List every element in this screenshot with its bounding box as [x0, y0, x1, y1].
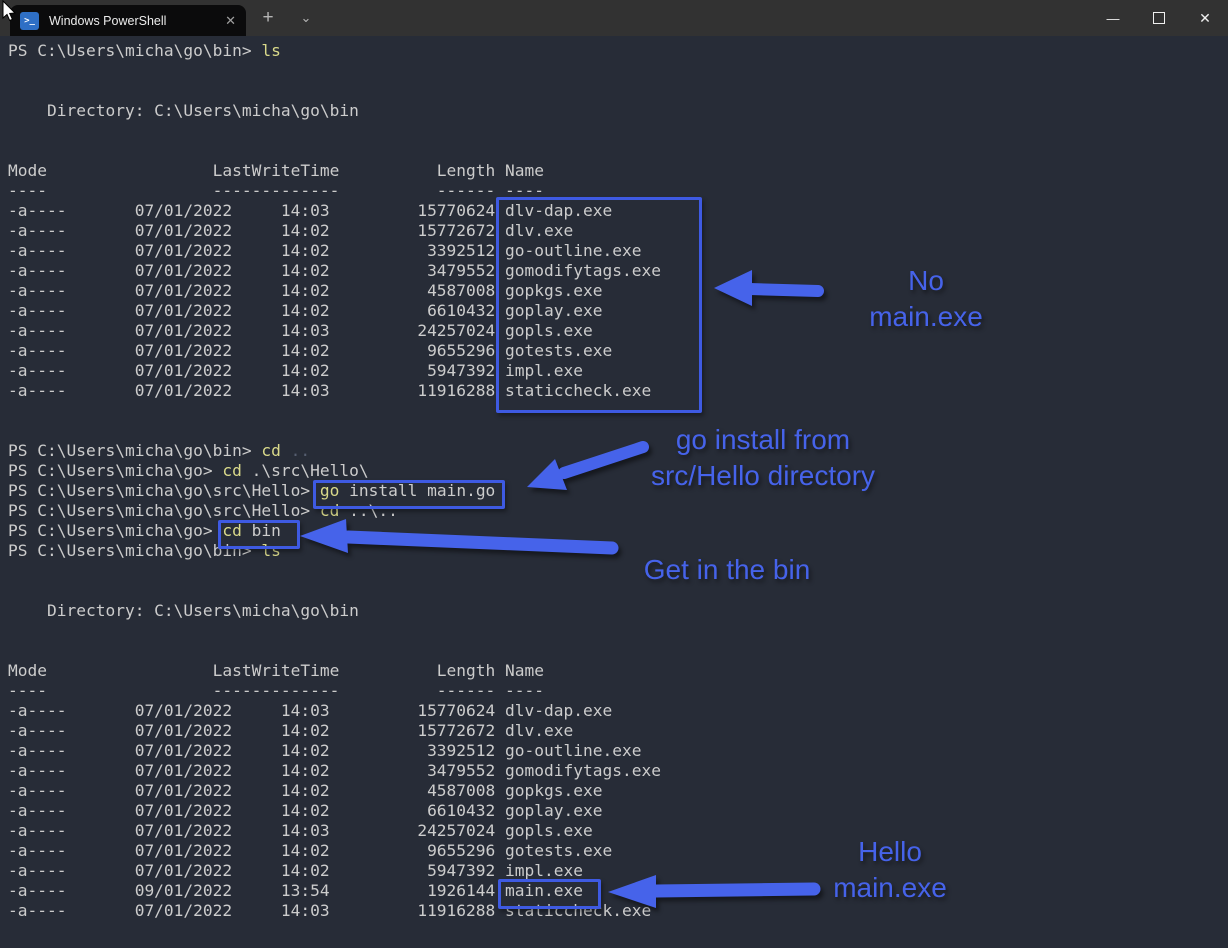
terminal-line: -a---- 07/01/2022 14:02 9655296 gotests.…: [8, 341, 613, 360]
terminal-line: -a---- 07/01/2022 14:03 24257024 gopls.e…: [8, 821, 593, 840]
tab-close-icon[interactable]: ✕: [225, 13, 236, 29]
terminal-line: -a---- 07/01/2022 14:02 6610432 goplay.e…: [8, 301, 603, 320]
tab-title: Windows PowerShell: [49, 13, 167, 28]
terminal-line: PS C:\Users\micha\go> cd bin: [8, 521, 281, 540]
terminal-line: ---- ------------- ------ ----: [8, 681, 545, 700]
terminal-line: -a---- 07/01/2022 14:02 3392512 go-outli…: [8, 241, 642, 260]
terminal-line: PS C:\Users\micha\go\bin> cd ..: [8, 441, 311, 460]
terminal-line: Mode LastWriteTime Length Name: [8, 661, 545, 680]
terminal-line: -a---- 07/01/2022 14:02 5947392 impl.exe: [8, 861, 583, 880]
terminal-line: -a---- 07/01/2022 14:03 15770624 dlv-dap…: [8, 201, 613, 220]
terminal-line: -a---- 09/01/2022 13:54 1926144 main.exe: [8, 881, 583, 900]
terminal-line: PS C:\Users\micha\go> cd .\src\Hello\: [8, 461, 369, 480]
terminal-line: -a---- 07/01/2022 14:02 4587008 gopkgs.e…: [8, 281, 603, 300]
terminal-line: -a---- 07/01/2022 14:02 3479552 gomodify…: [8, 761, 661, 780]
terminal-line: Mode LastWriteTime Length Name: [8, 161, 545, 180]
new-tab-button[interactable]: +: [252, 0, 284, 36]
terminal-line: -a---- 07/01/2022 14:02 5947392 impl.exe: [8, 361, 583, 380]
terminal-output[interactable]: PS C:\Users\micha\go\bin> ls Directory: …: [0, 36, 1228, 948]
terminal-line: PS C:\Users\micha\go\src\Hello> go insta…: [8, 481, 496, 500]
terminal-line: -a---- 07/01/2022 14:02 15772672 dlv.exe: [8, 221, 574, 240]
terminal-line: -a---- 07/01/2022 14:03 15770624 dlv-dap…: [8, 701, 613, 720]
maximize-button[interactable]: [1136, 0, 1182, 36]
close-button[interactable]: ✕: [1182, 0, 1228, 36]
terminal-line: -a---- 07/01/2022 14:03 11916288 staticc…: [8, 901, 652, 920]
powershell-icon: >_: [20, 11, 39, 30]
terminal-line: -a---- 07/01/2022 14:02 6610432 goplay.e…: [8, 801, 603, 820]
terminal-line: -a---- 07/01/2022 14:02 9655296 gotests.…: [8, 841, 613, 860]
terminal-line: -a---- 07/01/2022 14:02 3479552 gomodify…: [8, 261, 661, 280]
tab-windows-powershell[interactable]: >_ Windows PowerShell ✕: [10, 5, 246, 36]
terminal-line: -a---- 07/01/2022 14:03 24257024 gopls.e…: [8, 321, 593, 340]
terminal-line: PS C:\Users\micha\go\bin> ls: [8, 41, 281, 60]
maximize-icon: [1153, 12, 1165, 24]
terminal-line: Directory: C:\Users\micha\go\bin: [8, 101, 359, 120]
titlebar: >_ Windows PowerShell ✕ + ⌄ — ✕: [0, 0, 1228, 36]
terminal-line: PS C:\Users\micha\go\bin> ls: [8, 541, 281, 560]
powershell-window: { "window": { "titlebar": { "tab_title":…: [0, 0, 1228, 948]
terminal-line: Directory: C:\Users\micha\go\bin: [8, 601, 359, 620]
window-controls: — ✕: [1090, 0, 1228, 36]
terminal-line: -a---- 07/01/2022 14:02 15772672 dlv.exe: [8, 721, 574, 740]
terminal-line: -a---- 07/01/2022 14:03 11916288 staticc…: [8, 381, 652, 400]
terminal-line: -a---- 07/01/2022 14:02 3392512 go-outli…: [8, 741, 642, 760]
terminal-line: ---- ------------- ------ ----: [8, 181, 545, 200]
minimize-button[interactable]: —: [1090, 0, 1136, 36]
tab-dropdown-button[interactable]: ⌄: [292, 0, 320, 36]
terminal-line: -a---- 07/01/2022 14:02 4587008 gopkgs.e…: [8, 781, 603, 800]
terminal-line: PS C:\Users\micha\go\src\Hello> cd ..\..: [8, 501, 398, 520]
